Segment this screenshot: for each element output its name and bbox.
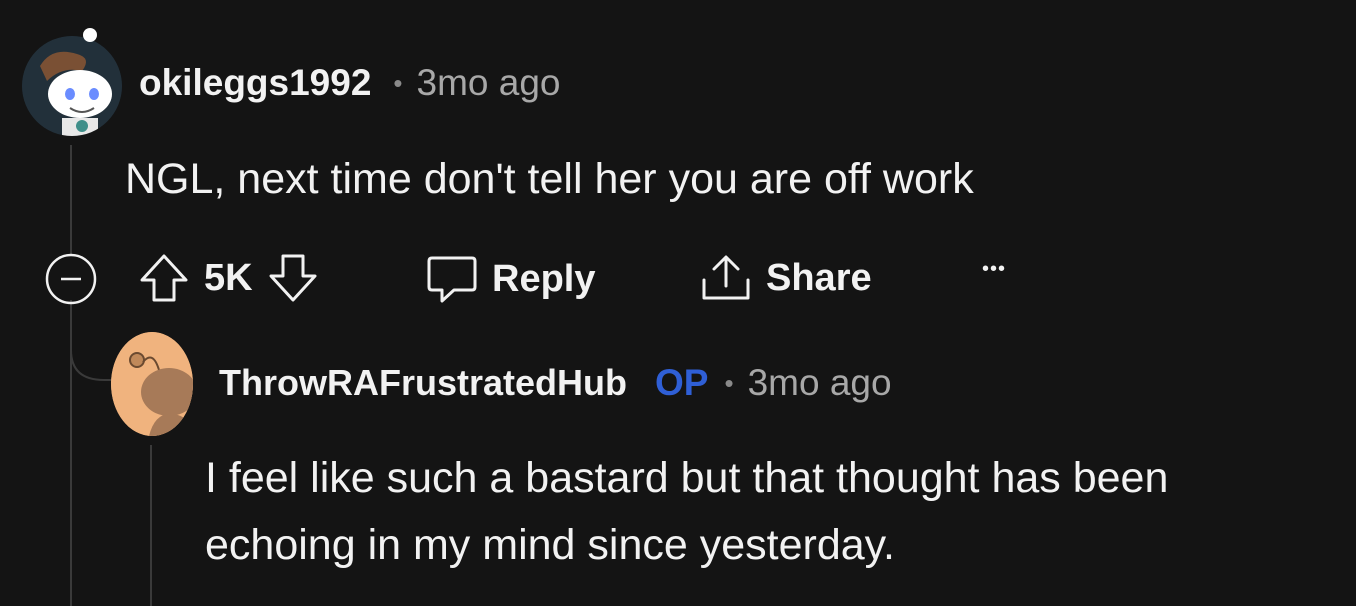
op-badge: OP [655, 362, 709, 403]
avatar-status-dot [83, 28, 97, 42]
share-label: Share [766, 256, 872, 299]
reply-label: Reply [492, 257, 596, 300]
reply-body-line: echoing in my mind since yesterday. [205, 521, 895, 569]
comment-username[interactable]: okileggs1992 [139, 62, 371, 104]
downvote-button[interactable] [267, 252, 319, 304]
reply-body-line: I feel like such a bastard but that thou… [205, 454, 1169, 502]
separator-dot: • [724, 367, 734, 398]
thread-line-reply [150, 445, 152, 606]
downvote-arrow-icon [269, 254, 317, 302]
reply-header: ThrowRAFrustratedHub OP • 3mo ago [219, 362, 892, 404]
avatar[interactable] [22, 36, 122, 136]
vote-count: 5K [204, 256, 253, 299]
more-options-button[interactable]: ••• [982, 258, 1006, 281]
vote-group: 5K [138, 252, 319, 304]
collapse-icon [45, 253, 97, 305]
snoo-avatar-icon [22, 36, 122, 136]
thread-line-main [70, 145, 72, 255]
reply-avatar[interactable] [111, 332, 193, 436]
reply-username[interactable]: ThrowRAFrustratedHub [219, 362, 627, 404]
comment-header: okileggs1992 • 3mo ago [139, 62, 561, 104]
share-button[interactable]: Share [700, 252, 872, 304]
separator-dot: • [393, 67, 403, 98]
comment-timestamp[interactable]: 3mo ago [417, 62, 561, 104]
upvote-button[interactable] [138, 252, 190, 304]
comment-bubble-icon [427, 256, 477, 303]
collapse-button[interactable] [45, 253, 97, 305]
share-icon [702, 255, 750, 300]
upvote-arrow-icon [140, 254, 188, 302]
more-options-icon: ••• [982, 258, 1007, 280]
reply-timestamp[interactable]: 3mo ago [748, 362, 892, 404]
reply-button[interactable]: Reply [426, 254, 595, 304]
snoo-avatar-icon [111, 332, 193, 436]
reply-body: I feel like such a bastard but that thou… [205, 445, 1168, 579]
comment-body: NGL, next time don't tell her you are of… [125, 155, 974, 203]
